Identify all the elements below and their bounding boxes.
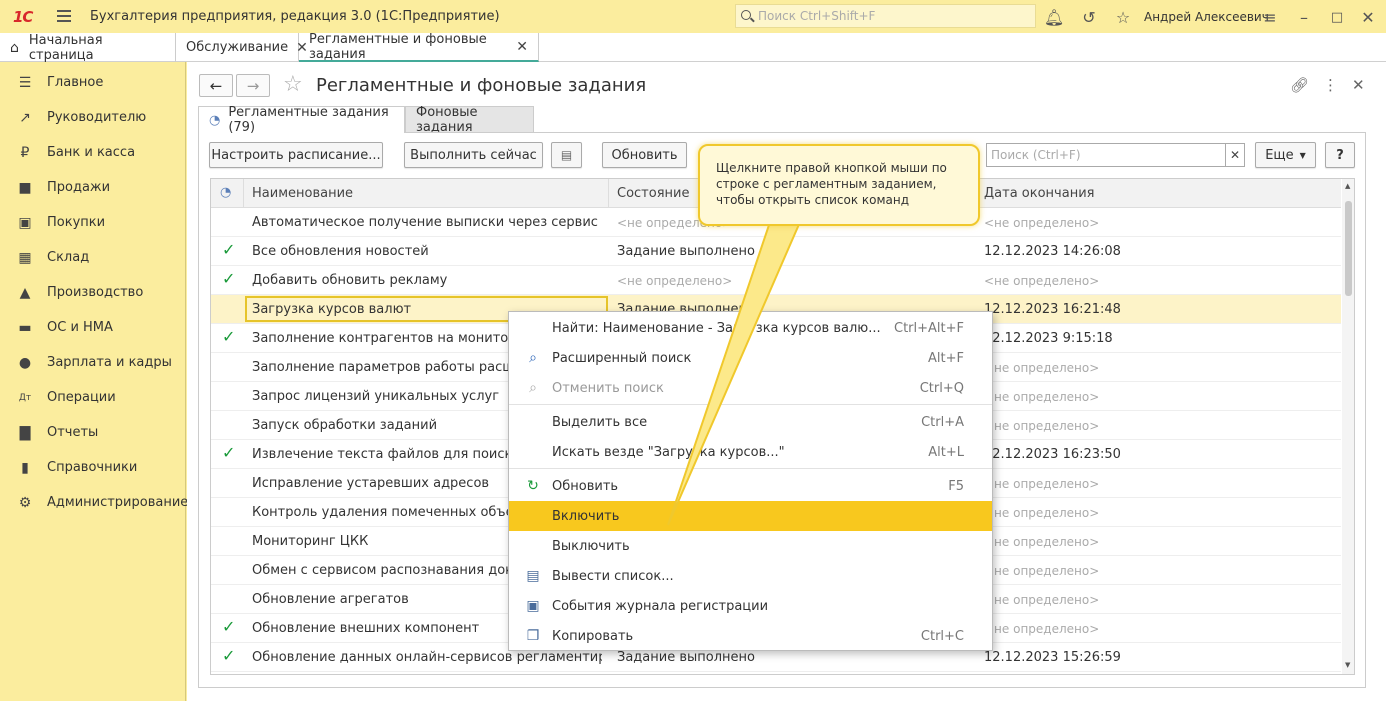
callout-pointer bbox=[667, 221, 802, 526]
hint-callout: Щелкните правой кнопкой мыши по строке с… bbox=[698, 144, 980, 226]
